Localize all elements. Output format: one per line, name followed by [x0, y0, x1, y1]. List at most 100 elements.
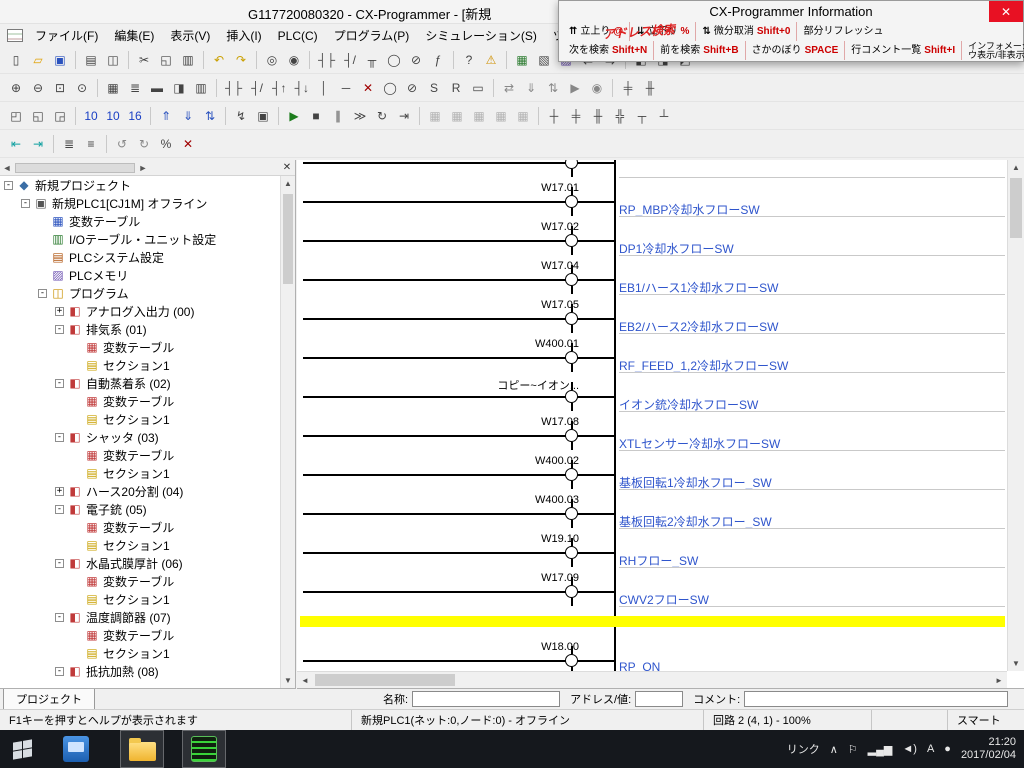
tree-item[interactable]: +◧ハース20分割 (04) — [0, 482, 280, 500]
collapse-box[interactable]: - — [55, 505, 64, 514]
tree-vertical-scrollbar[interactable]: ▲ ▼ — [280, 176, 295, 688]
collapse-box[interactable]: - — [55, 433, 64, 442]
tree-item[interactable]: ▦変数テーブル — [0, 626, 280, 644]
menu-item[interactable]: シミュレーション(S) — [417, 24, 545, 47]
monitor-watch-button[interactable]: ◉ — [587, 78, 607, 98]
ladder-rung[interactable]: W17.01RP_MBP冷却水フローSW — [297, 178, 1007, 217]
coil-symbol[interactable] — [565, 654, 578, 667]
coil-symbol[interactable] — [565, 312, 578, 325]
verify-button[interactable]: ⇅ — [200, 106, 220, 126]
scrollbar-thumb[interactable] — [1010, 178, 1022, 238]
redo-button[interactable]: ↷ — [231, 50, 251, 70]
collapse-box[interactable]: - — [4, 181, 13, 190]
collapse-box[interactable]: - — [55, 325, 64, 334]
paste-button[interactable]: ▥ — [178, 50, 198, 70]
rung-comment-button[interactable]: ≣ — [125, 78, 145, 98]
tree-item[interactable]: ▦変数テーブル — [0, 338, 280, 356]
zoom-10-alt-button[interactable]: 10 — [103, 106, 123, 126]
comment-field-input[interactable] — [744, 691, 1008, 707]
ladder-horizontal-scrollbar[interactable]: ◄ ► — [297, 671, 1007, 688]
ladder-canvas[interactable]: W17.01RP_MBP冷却水フローSWW17.02DP1冷却水フローSWW17… — [297, 160, 1007, 671]
tree-item[interactable]: -◧電子銃 (05) — [0, 500, 280, 518]
ladder-rung[interactable]: W400.01RF_FEED_1,2冷却水フローSW — [297, 334, 1007, 373]
zoom-fit-button[interactable]: ⊡ — [50, 78, 70, 98]
scroll-down-button[interactable]: ▼ — [281, 673, 295, 688]
ladder-rung[interactable]: W18.00RP_ON — [297, 637, 1007, 671]
print-preview-button[interactable]: ◫ — [103, 50, 123, 70]
contact-nc-button[interactable]: ┤/ — [340, 50, 360, 70]
tree-scrollbar-thumb[interactable] — [15, 163, 135, 173]
new-window-button[interactable]: ◰ — [6, 106, 26, 126]
monitor-run-button[interactable]: ▶ — [565, 78, 585, 98]
undo-button[interactable]: ↶ — [209, 50, 229, 70]
scroll-up-button[interactable]: ▲ — [281, 176, 295, 191]
ladder-rung[interactable]: W17.04EB1/ハース1冷却水フローSW — [297, 256, 1007, 295]
upload-button[interactable]: ⇑ — [156, 106, 176, 126]
step-run-button[interactable]: ≫ — [350, 106, 370, 126]
ladder-contact-down-button[interactable]: ┤↓ — [292, 78, 313, 98]
menu-item[interactable]: 挿入(I) — [218, 24, 269, 47]
scrollbar-thumb[interactable] — [283, 194, 293, 284]
tree-item[interactable]: -◫プログラム — [0, 284, 280, 302]
monitor-mode-button[interactable]: ▣ — [253, 106, 273, 126]
function-block-button[interactable]: ▭ — [468, 78, 488, 98]
coil-symbol[interactable] — [565, 468, 578, 481]
copy-button[interactable]: ◱ — [156, 50, 176, 70]
download-button[interactable]: ⇓ — [178, 106, 198, 126]
ladder-vertical-scrollbar[interactable]: ▲ ▼ — [1007, 160, 1024, 671]
ladder-editor[interactable]: W17.01RP_MBP冷却水フローSWW17.02DP1冷却水フローSWW17… — [297, 160, 1024, 688]
coil-symbol[interactable] — [565, 546, 578, 559]
coil-button[interactable]: ◯ — [384, 50, 404, 70]
save-button[interactable]: ▣ — [50, 50, 70, 70]
menu-item[interactable]: プログラム(P) — [326, 24, 418, 47]
stop-mode-button[interactable]: ■ — [306, 106, 326, 126]
binary-view-button[interactable]: ▦ — [513, 106, 533, 126]
zoom-out-button[interactable]: ⊖ — [28, 78, 48, 98]
zoom-in-button[interactable]: ⊕ — [6, 78, 26, 98]
collapse-box[interactable]: - — [55, 559, 64, 568]
horizontal-line-button[interactable]: ─ — [336, 78, 356, 98]
close-pane-button[interactable]: ✕ — [279, 162, 295, 173]
ladder-rung[interactable]: W400.03基板回転2冷却水フロー_SW — [297, 490, 1007, 529]
open-button[interactable]: ▱ — [28, 50, 48, 70]
tree-item[interactable]: ▤セクション1 — [0, 644, 280, 662]
ladder-rung[interactable]: W17.05EB2/ハース2冷却水フローSW — [297, 295, 1007, 334]
contact-or-button[interactable]: ╥ — [362, 50, 382, 70]
coil-symbol[interactable] — [565, 273, 578, 286]
coil-symbol[interactable] — [565, 390, 578, 403]
percent-tool-button[interactable]: % — [156, 134, 176, 154]
reset-bit-button[interactable]: R — [446, 78, 466, 98]
menu-item[interactable]: 表示(V) — [162, 24, 218, 47]
coil-symbol[interactable] — [565, 195, 578, 208]
plc-setup-button[interactable]: ▧ — [534, 50, 554, 70]
outdent-button[interactable]: ⇤ — [6, 134, 26, 154]
tab-project[interactable]: プロジェクト — [3, 689, 95, 710]
ladder-rung[interactable]: W19.10RHフロー_SW — [297, 529, 1007, 568]
coil-nc-button[interactable]: ⊘ — [406, 50, 426, 70]
zoom-100-button[interactable]: ⊙ — [72, 78, 92, 98]
run-mode-button[interactable]: ▶ — [284, 106, 304, 126]
zoom-10-button[interactable]: 10 — [81, 106, 101, 126]
menu-item[interactable]: 編集(E) — [106, 24, 162, 47]
zoom-16-button[interactable]: 16 — [125, 106, 145, 126]
block-comment-button[interactable]: ≡ — [81, 134, 101, 154]
taskbar-app-explorer[interactable] — [120, 730, 164, 768]
watch-window-button[interactable]: ▥ — [191, 78, 211, 98]
coil-symbol[interactable] — [565, 160, 578, 169]
menu-item[interactable]: PLC(C) — [270, 26, 326, 46]
menu-item[interactable]: ファイル(F) — [27, 24, 106, 47]
tree-item[interactable]: -◆新規プロジェクト — [0, 176, 280, 194]
scroll-right-button[interactable]: ► — [136, 163, 150, 173]
force-on-button[interactable]: ▦ — [425, 106, 445, 126]
tree-item[interactable]: +◧アナログ入出力 (00) — [0, 302, 280, 320]
scroll-down-button[interactable]: ▼ — [1008, 656, 1024, 671]
instruction-button[interactable]: ƒ — [428, 50, 448, 70]
cut-button[interactable]: ✂ — [134, 50, 154, 70]
transfer-to-plc-button[interactable]: ⇓ — [521, 78, 541, 98]
online-toggle-button[interactable]: ↯ — [231, 106, 251, 126]
tree-item[interactable]: ▤セクション1 — [0, 410, 280, 428]
cross-ref-1-button[interactable]: ┼ — [544, 106, 564, 126]
pause-mode-button[interactable]: ∥ — [328, 106, 348, 126]
print-button[interactable]: ▤ — [81, 50, 101, 70]
tree-item[interactable]: ▤セクション1 — [0, 536, 280, 554]
